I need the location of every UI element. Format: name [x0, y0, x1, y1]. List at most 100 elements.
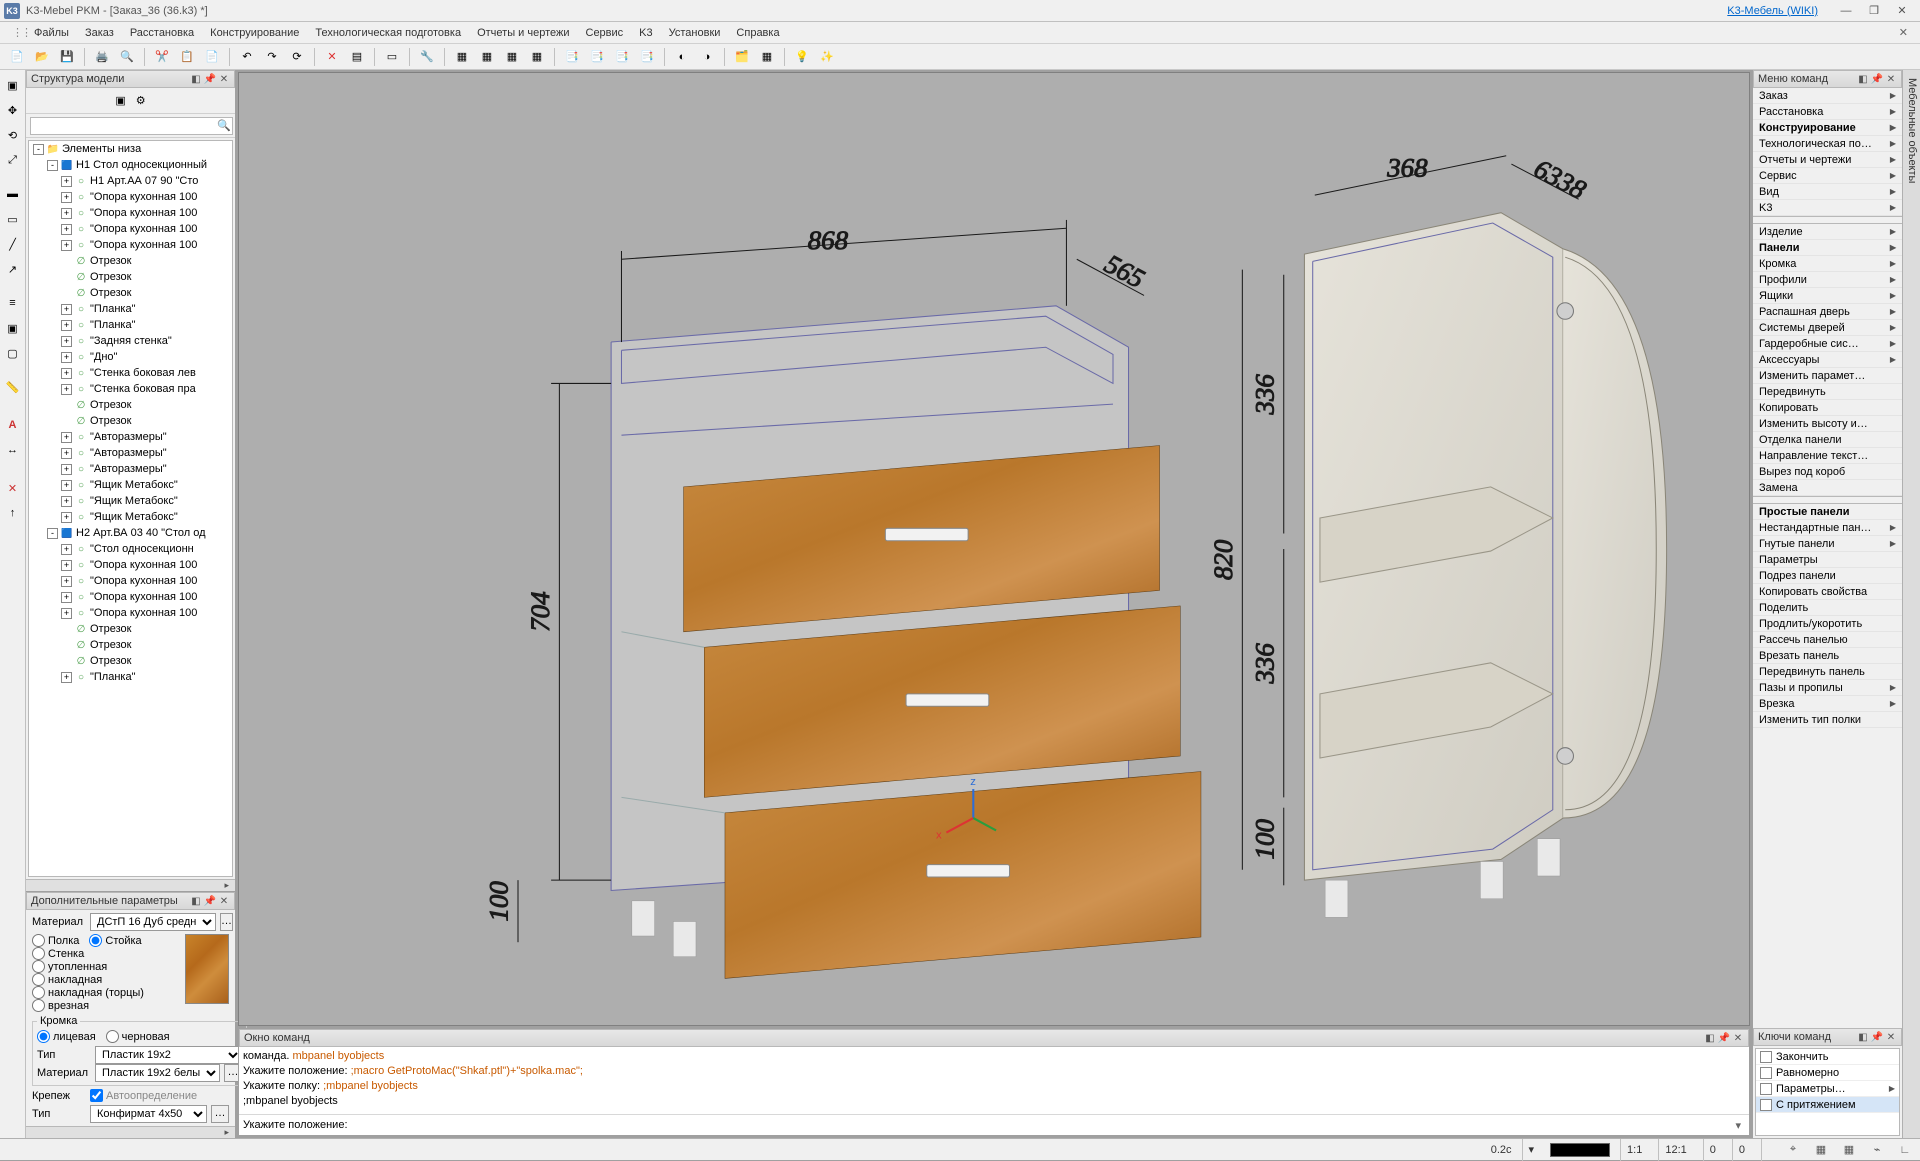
ap-close-icon[interactable]: ✕ [218, 895, 230, 907]
key-item[interactable]: Равномерно [1756, 1065, 1899, 1081]
menu-item[interactable]: Вырез под короб [1753, 464, 1902, 480]
right-side-tab[interactable]: Мебельные объекты [1902, 70, 1920, 1138]
status-grid-icon[interactable]: ▦ [1812, 1141, 1830, 1159]
tree-node[interactable]: -📁Элементы низа [29, 141, 232, 157]
wiki-link[interactable]: K3-Мебель (WIKI) [1727, 5, 1818, 17]
menu-item[interactable]: Профили▶ [1753, 272, 1902, 288]
tree-node[interactable]: +○"Опора кухонная 100 [29, 205, 232, 221]
vt-dim-icon[interactable]: ↔ [2, 439, 24, 461]
tree-node[interactable]: +○"Планка" [29, 301, 232, 317]
preview-icon[interactable]: 🔍 [116, 46, 138, 68]
fastener-type-select[interactable]: Конфирмат 4x50 [90, 1105, 207, 1123]
keys-list[interactable]: ЗакончитьРавномерноПараметры…▶С притяжен… [1755, 1048, 1900, 1136]
view2-icon[interactable]: ▦ [476, 46, 498, 68]
tree-expander-icon[interactable]: + [61, 352, 72, 363]
tree-expander-icon[interactable]: + [61, 576, 72, 587]
view3-icon[interactable]: ▦ [501, 46, 523, 68]
tree-node[interactable]: +○"Авторазмеры" [29, 445, 232, 461]
menu-item[interactable]: Изделие▶ [1753, 224, 1902, 240]
menu-item[interactable]: Подрез панели [1753, 568, 1902, 584]
menu-item[interactable]: K3▶ [1753, 200, 1902, 216]
menu-item[interactable]: Простые панели [1753, 504, 1902, 520]
tree-expander-icon[interactable]: + [61, 432, 72, 443]
doc-c-icon[interactable]: 📑 [611, 46, 633, 68]
tree-node[interactable]: +○"Опора кухонная 100 [29, 221, 232, 237]
tree-expander-icon[interactable]: + [61, 480, 72, 491]
tree-expander-icon[interactable]: + [61, 608, 72, 619]
tree-expander-icon[interactable]: + [61, 208, 72, 219]
cmd-close-icon[interactable]: ✕ [1732, 1032, 1744, 1044]
menu-item[interactable]: Распашная дверь▶ [1753, 304, 1902, 320]
panel-close-icon[interactable]: ✕ [218, 73, 230, 85]
menu-reports[interactable]: Отчеты и чертежи [469, 24, 577, 42]
menu-item[interactable]: Передвинуть [1753, 384, 1902, 400]
tree-expander-icon[interactable]: + [61, 192, 72, 203]
radio-polka[interactable]: Полка [32, 934, 79, 947]
cmd-pin-icon[interactable]: 📌 [1718, 1032, 1730, 1044]
key-item[interactable]: Параметры…▶ [1756, 1081, 1899, 1097]
menu-item[interactable]: Гнутые панели▶ [1753, 536, 1902, 552]
tree-expander-icon[interactable]: + [61, 672, 72, 683]
radio-utopl[interactable]: утопленная [32, 960, 179, 973]
keys-menu-icon[interactable]: ◧ [1857, 1031, 1869, 1043]
key-item[interactable]: С притяжением [1756, 1097, 1899, 1113]
tree-node[interactable]: ∅Отрезок [29, 621, 232, 637]
menu-service[interactable]: Сервис [578, 24, 632, 42]
key-item[interactable]: Закончить [1756, 1049, 1899, 1065]
layers-icon[interactable]: ▤ [346, 46, 368, 68]
cmd-dropdown-icon[interactable]: ▾ [1731, 1119, 1745, 1132]
search-icon[interactable]: 🔍 [217, 119, 231, 132]
menu-item[interactable]: Передвинуть панель [1753, 664, 1902, 680]
vt-arrow-icon[interactable]: ↗ [2, 258, 24, 280]
tree-expander-icon[interactable]: - [33, 144, 44, 155]
ap-pin-icon[interactable]: 📌 [204, 895, 216, 907]
vt-line-icon[interactable]: ╱ [2, 233, 24, 255]
menu-settings[interactable]: Установки [661, 24, 729, 42]
rm-pin-icon[interactable]: 📌 [1871, 73, 1883, 85]
doc-a-icon[interactable]: 📑 [561, 46, 583, 68]
tree-expander-icon[interactable]: + [61, 224, 72, 235]
left-collapse-bar-2[interactable]: ▸ [26, 1126, 235, 1138]
tree-node[interactable]: +○"Планка" [29, 317, 232, 333]
command-log[interactable]: команда. mbpanel byobjectsУкажите положе… [239, 1047, 1749, 1114]
print-icon[interactable]: 🖨️ [91, 46, 113, 68]
tree-node[interactable]: +○"Ящик Метабокс" [29, 509, 232, 525]
menu-item[interactable]: Кромка▶ [1753, 256, 1902, 272]
tree-expander-icon[interactable]: + [61, 368, 72, 379]
menu-item[interactable]: Отделка панели [1753, 432, 1902, 448]
tree-node[interactable]: ∅Отрезок [29, 413, 232, 429]
copy-icon[interactable]: 📋 [176, 46, 198, 68]
menu-item[interactable]: Врезка▶ [1753, 696, 1902, 712]
tree-node[interactable]: ∅Отрезок [29, 397, 232, 413]
tree-expander-icon[interactable]: + [61, 304, 72, 315]
tree-expander-icon[interactable]: - [47, 528, 58, 539]
panel-menu-icon[interactable]: ◧ [190, 73, 202, 85]
tree-expander-icon[interactable]: + [61, 560, 72, 571]
menu-item[interactable]: Системы дверей▶ [1753, 320, 1902, 336]
menu-item[interactable]: Панели▶ [1753, 240, 1902, 256]
menu-item[interactable]: Сервис▶ [1753, 168, 1902, 184]
vt-text-icon[interactable]: A [2, 414, 24, 436]
checkbox-icon[interactable] [1760, 1051, 1772, 1063]
rm-menu-icon[interactable]: ◧ [1857, 73, 1869, 85]
menu-item[interactable]: Рассечь панелью [1753, 632, 1902, 648]
vt-rotate-icon[interactable]: ⟲ [2, 124, 24, 146]
radio-nakl[interactable]: накладная [32, 973, 179, 986]
vt-align-icon[interactable]: ≡ [2, 292, 24, 314]
tree-node[interactable]: +○"Ящик Метабокс" [29, 493, 232, 509]
tree-expander-icon[interactable]: + [61, 464, 72, 475]
keys-close-icon[interactable]: ✕ [1885, 1031, 1897, 1043]
sparkle-icon[interactable]: ✨ [816, 46, 838, 68]
vt-group-icon[interactable]: ▣ [2, 317, 24, 339]
menu-item[interactable]: Заказ▶ [1753, 88, 1902, 104]
tree-expander-icon[interactable]: + [61, 384, 72, 395]
edge-material-select[interactable]: Пластик 19x2 белы [95, 1064, 220, 1082]
model-tree[interactable]: -📁Элементы низа-🟦Н1 Стол односекционный+… [28, 140, 233, 877]
tree-expander-icon[interactable]: + [61, 320, 72, 331]
vt-cube-icon[interactable]: ▣ [2, 74, 24, 96]
status-grid2-icon[interactable]: ▦ [1840, 1141, 1858, 1159]
tree-node[interactable]: +○"Опора кухонная 100 [29, 589, 232, 605]
tree-node[interactable]: ∅Отрезок [29, 269, 232, 285]
checkbox-icon[interactable] [1760, 1083, 1772, 1095]
status-scale-1[interactable]: 1:1 [1620, 1139, 1648, 1161]
